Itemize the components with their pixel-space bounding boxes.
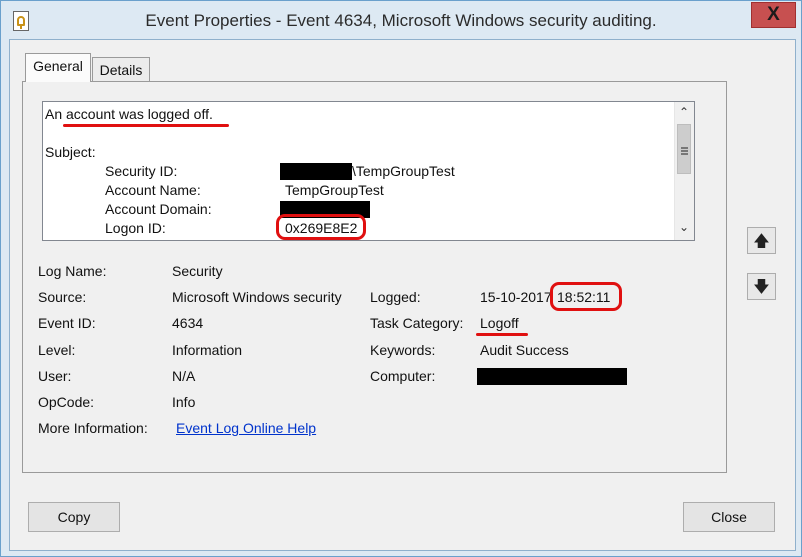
subject-label: Subject: [45,144,96,160]
security-id-label: Security ID: [105,163,178,179]
level-label: Level: [38,342,76,358]
level-value: Information [172,342,243,358]
computer-label: Computer: [370,368,436,384]
user-label: User: [38,368,72,384]
arrow-down-icon: 🡇 [753,277,770,296]
event-id-label: Event ID: [38,315,96,331]
log-name-label: Log Name: [38,263,107,279]
redacted-block [280,163,352,180]
scroll-down-icon[interactable]: ⌄ [675,220,693,234]
logged-label: Logged: [370,289,421,305]
redacted-block [477,368,627,385]
scroll-up-icon[interactable]: ⌃ [675,105,693,119]
description-scrollbar[interactable]: ⌃ ⌄ [674,102,694,240]
account-name-label: Account Name: [105,182,201,198]
red-circle-annotation [276,214,366,240]
source-label: Source: [38,289,87,305]
arrow-up-icon: 🡅 [753,231,770,250]
event-properties-window: Event Properties - Event 4634, Microsoft… [0,0,802,557]
logon-id-label: Logon ID: [105,220,166,236]
copy-button-label: Copy [57,509,91,525]
event-description-box[interactable]: An account was logged off. Subject: Secu… [42,101,695,241]
dialog-client-area: General Details An account was logged of… [9,39,796,551]
close-icon: X [767,4,780,25]
description-headline: An account was logged off. [45,106,213,122]
copy-button[interactable]: Copy [28,502,120,532]
source-value: Microsoft Windows security [172,289,342,305]
logged-date: 15-10-2017 [480,289,550,305]
red-circle-annotation [550,282,622,311]
account-domain-label: Account Domain: [105,201,212,217]
security-id-value: \TempGroupTest [352,163,455,179]
tab-details[interactable]: Details [92,57,150,82]
keywords-label: Keywords: [370,342,436,358]
log-name-value: Security [172,263,223,279]
keywords-value: Audit Success [480,342,569,358]
close-button[interactable]: Close [683,502,775,532]
title-bar[interactable]: Event Properties - Event 4634, Microsoft… [1,1,801,39]
scroll-thumb[interactable] [677,124,691,174]
close-window-button[interactable]: X [751,2,796,28]
task-category-value: Logoff [480,315,519,331]
event-id-value: 4634 [172,315,204,331]
more-information-label: More Information: [38,420,148,436]
opcode-label: OpCode: [38,394,95,410]
tab-general[interactable]: General [25,53,91,82]
next-event-button[interactable]: 🡇 [747,273,776,300]
close-button-label: Close [711,509,747,525]
event-log-online-help-link[interactable]: Event Log Online Help [176,420,316,436]
tab-general-label: General [33,58,83,74]
opcode-value: Info [172,394,196,410]
user-value: N/A [172,368,196,384]
task-category-label: Task Category: [370,315,464,331]
previous-event-button[interactable]: 🡅 [747,227,776,254]
window-title: Event Properties - Event 4634, Microsoft… [145,11,657,30]
account-name-value: TempGroupTest [285,182,384,198]
red-underline-annotation [63,124,229,127]
tab-details-label: Details [99,62,143,78]
red-underline-annotation [476,333,528,336]
